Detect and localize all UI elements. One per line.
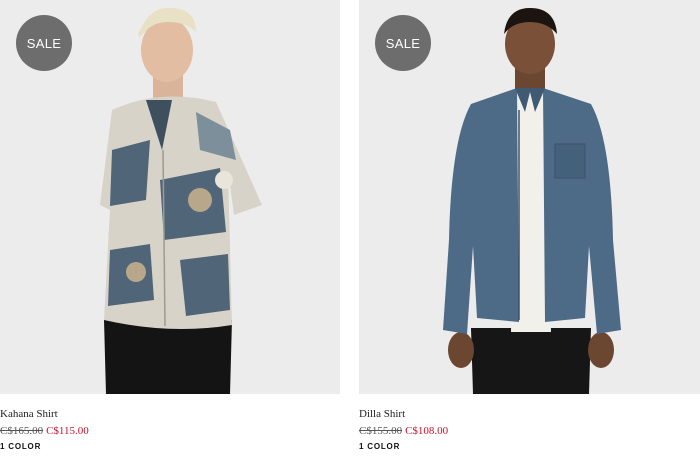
sale-badge: SALE — [16, 15, 72, 71]
product-image[interactable]: SALE — [359, 0, 700, 394]
sale-price: C$115.00 — [46, 425, 89, 437]
color-count: 1 COLOR — [0, 442, 42, 451]
sale-price: C$108.00 — [405, 425, 449, 437]
original-price: C$165.00 — [0, 425, 44, 437]
product-name-link[interactable]: Kahana Shirt — [0, 408, 58, 420]
sale-badge: SALE — [375, 15, 431, 71]
product-name-link[interactable]: Dilla Shirt — [359, 408, 405, 420]
original-price: C$155.00 — [359, 425, 403, 437]
product-card[interactable]: SALE Kahana Shirt C$165.00 C$115.00 1 COL… — [0, 0, 340, 451]
color-count: 1 COLOR — [359, 442, 401, 451]
product-card[interactable]: SALE Dilla Shirt C$155.00 C$108.00 1 COLO… — [359, 0, 700, 451]
product-image[interactable]: SALE — [0, 0, 340, 394]
price-row: C$165.00 C$115.00 — [0, 425, 89, 437]
price-row: C$155.00 C$108.00 — [359, 425, 448, 437]
